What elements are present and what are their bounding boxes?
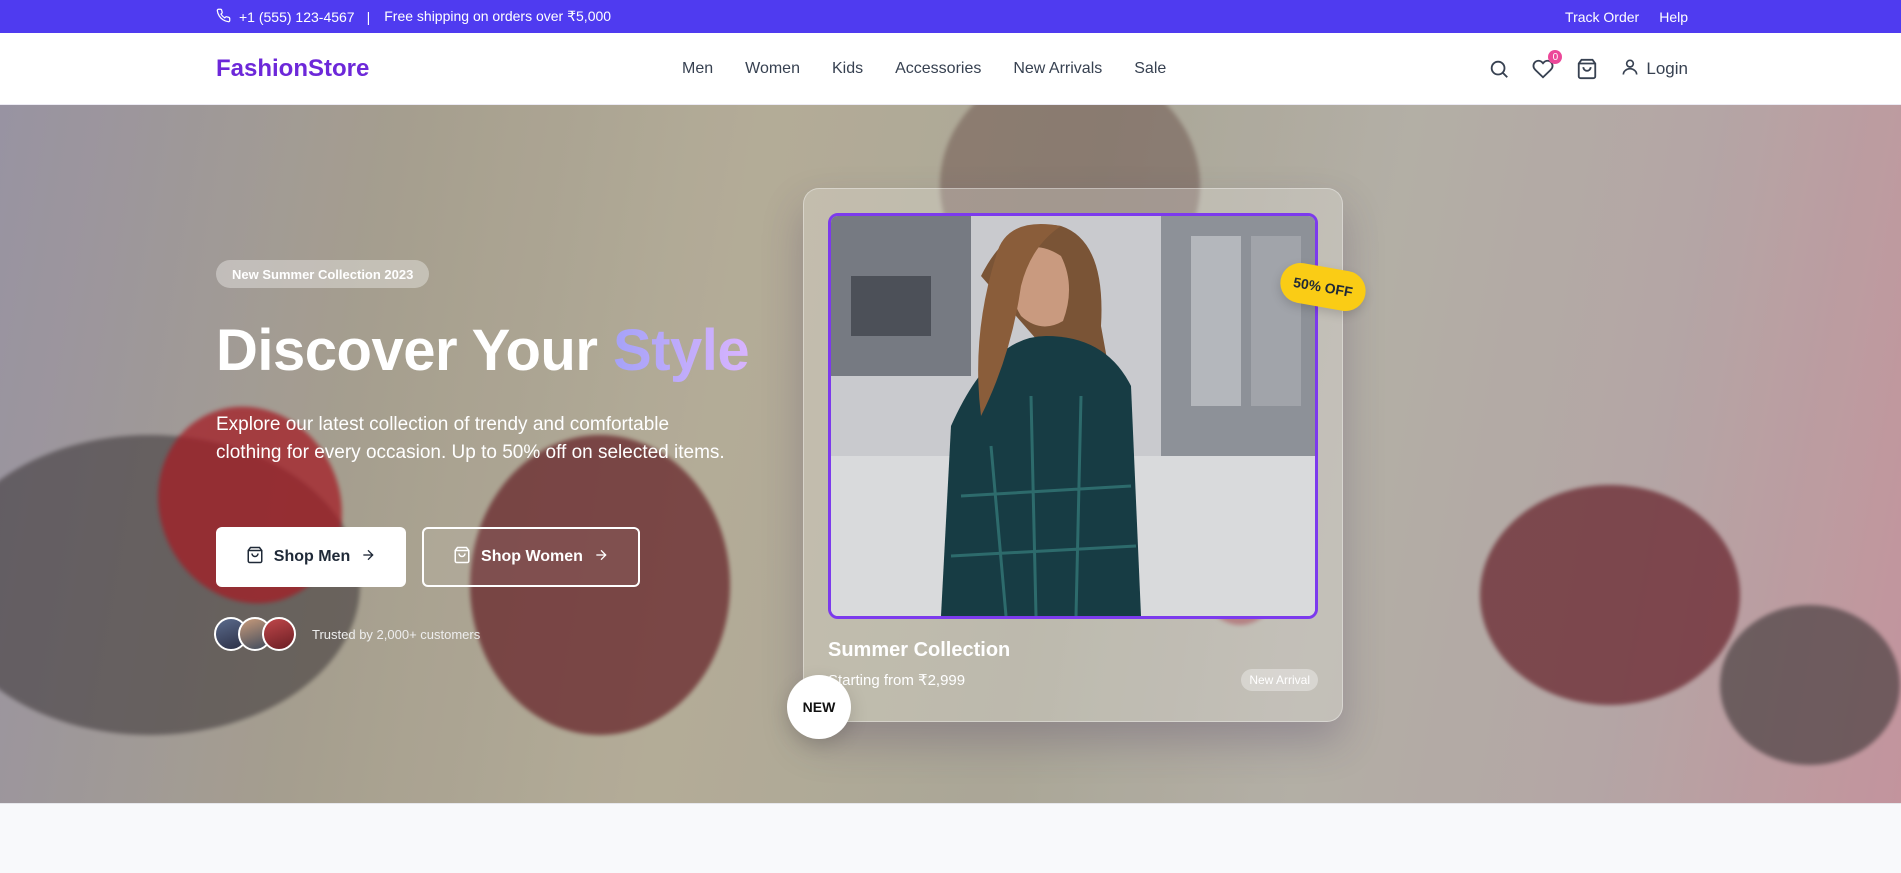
customer-avatars <box>214 617 296 651</box>
user-icon <box>1620 57 1640 82</box>
phone-icon <box>216 8 231 26</box>
top-bar-right: Track Order Help <box>1565 0 1688 33</box>
hero-title-main: Discover Your <box>216 318 598 383</box>
login-label: Login <box>1646 59 1688 78</box>
login-button[interactable]: Login <box>1620 57 1688 82</box>
next-section <box>0 803 1901 873</box>
nav-link-accessories[interactable]: Accessories <box>895 60 981 78</box>
new-badge: NEW <box>787 675 851 739</box>
nav-link-men[interactable]: Men <box>682 60 713 78</box>
help-link[interactable]: Help <box>1659 9 1688 25</box>
card-title: Summer Collection <box>828 639 1011 661</box>
new-arrival-tag: New Arrival <box>1241 669 1318 691</box>
nav-link-sale[interactable]: Sale <box>1134 60 1166 78</box>
separator: | <box>366 8 371 25</box>
hero-title-accent: Style <box>613 318 750 383</box>
hero-description: Explore our latest collection of trendy … <box>216 414 725 463</box>
phone-number: +1 (555) 123-4567 <box>239 8 355 25</box>
nav-link-new-arrivals[interactable]: New Arrivals <box>1013 60 1102 78</box>
main-navbar: FashionStore Men Women Kids Accessories … <box>0 33 1901 105</box>
bag-icon <box>453 546 471 569</box>
hero-title: Discover Your Style <box>216 317 750 384</box>
bag-icon <box>246 546 264 569</box>
arrow-right-icon <box>360 547 376 568</box>
wishlist-count-badge: 0 <box>1548 50 1563 64</box>
collection-badge: New Summer Collection 2023 <box>216 260 430 288</box>
logo[interactable]: FashionStore <box>216 33 369 105</box>
featured-collection-card[interactable]: Summer Collection Starting from ₹2,999 N… <box>803 188 1343 722</box>
shipping-notice: Free shipping on orders over ₹5,000 <box>384 8 612 24</box>
top-bar-left: +1 (555) 123-4567 | Free shipping on ord… <box>216 0 611 33</box>
shopping-bag-icon[interactable] <box>1576 58 1598 80</box>
nav-link-kids[interactable]: Kids <box>832 60 863 78</box>
trust-text: Trusted by 2,000+ customers <box>312 626 481 642</box>
nav-link-women[interactable]: Women <box>745 60 800 78</box>
trust-row: Trusted by 2,000+ customers <box>214 617 480 651</box>
hero-section: New Summer Collection 2023 Discover Your… <box>0 105 1901 805</box>
card-price: Starting from ₹2,999 <box>828 672 966 689</box>
shop-men-button[interactable]: Shop Men <box>216 527 406 587</box>
shop-women-button[interactable]: Shop Women <box>422 527 640 587</box>
collection-image <box>828 213 1318 619</box>
shop-women-label: Shop Women <box>481 548 583 565</box>
wishlist-heart-icon[interactable]: 0 <box>1532 50 1563 80</box>
nav-icons: 0 Login <box>1488 33 1688 105</box>
top-announcement-bar: +1 (555) 123-4567 | Free shipping on ord… <box>0 0 1901 33</box>
nav-links: Men Women Kids Accessories New Arrivals … <box>682 33 1166 105</box>
collection-photo <box>831 216 1315 616</box>
avatar <box>262 617 296 651</box>
shop-men-label: Shop Men <box>273 548 351 565</box>
arrow-right-icon <box>593 547 609 568</box>
search-icon[interactable] <box>1488 58 1510 80</box>
track-order-link[interactable]: Track Order <box>1565 9 1639 25</box>
